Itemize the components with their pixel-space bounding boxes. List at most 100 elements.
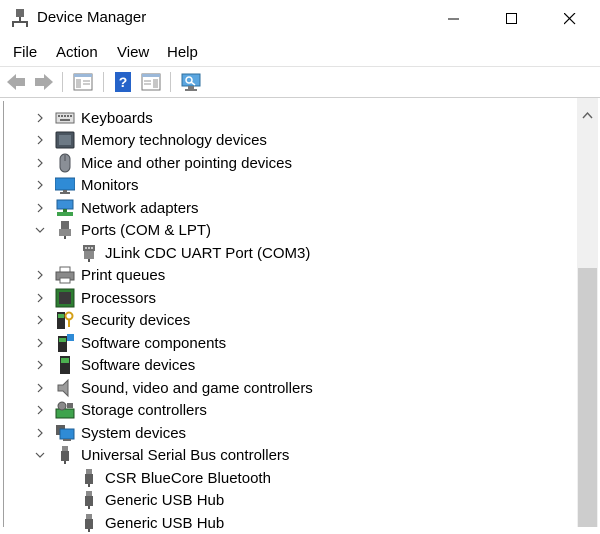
speaker-icon <box>57 378 69 398</box>
printer-icon <box>55 266 75 284</box>
tree-item-generic-usb-hub[interactable]: Generic USB Hub <box>0 489 575 511</box>
tree-item-label: Sound, video and game controllers <box>81 380 313 397</box>
tree-item-software-components[interactable]: Software components <box>0 332 575 354</box>
keyboard-icon <box>55 112 75 124</box>
system-device-icon <box>56 425 75 441</box>
usb-connector-icon <box>85 491 93 509</box>
menu-bar: File Action View Help <box>0 38 600 66</box>
tree-item-processors[interactable]: Processors <box>0 287 575 309</box>
tree-item-network-adapters[interactable]: Network adapters <box>0 197 575 219</box>
chevron-down-icon[interactable] <box>35 224 45 236</box>
scroll-up-arrow-icon[interactable] <box>582 111 593 119</box>
usb-connector-icon <box>85 469 93 487</box>
maximize-button[interactable] <box>483 0 541 38</box>
tree-item-keyboards[interactable]: Keyboards <box>0 107 575 129</box>
tree-item-label: Generic USB Hub <box>105 515 225 532</box>
chevron-right-icon[interactable] <box>35 202 45 214</box>
chevron-right-icon[interactable] <box>35 269 45 281</box>
network-adapter-icon <box>56 199 74 216</box>
tree-item-label: Software devices <box>81 357 196 374</box>
show-hide-console-tree-icon[interactable] <box>72 71 94 93</box>
scrollbar-thumb[interactable] <box>578 268 597 527</box>
tree-item-label: Print queues <box>81 267 166 284</box>
tree-item-csr-bluecore-bluetooth[interactable]: CSR BlueCore Bluetooth <box>0 467 575 489</box>
tree-item-system-devices[interactable]: System devices <box>0 422 575 444</box>
port-connector-icon <box>83 245 95 262</box>
tree-item-ports[interactable]: Ports (COM & LPT) <box>0 219 575 241</box>
toolbar-separator <box>170 72 171 92</box>
forward-arrow-icon[interactable] <box>33 71 55 93</box>
tree-item-label: Network adapters <box>81 200 199 217</box>
security-key-icon <box>57 311 74 329</box>
chevron-right-icon[interactable] <box>35 337 45 349</box>
tree-item-security-devices[interactable]: Security devices <box>0 309 575 331</box>
chevron-right-icon[interactable] <box>35 157 45 169</box>
port-connector-icon <box>59 221 71 239</box>
usb-connector-icon <box>61 446 69 464</box>
menu-action[interactable]: Action <box>56 44 98 61</box>
chevron-right-icon[interactable] <box>35 134 45 146</box>
tree-item-jlink-cdc-uart-port[interactable]: JLink CDC UART Port (COM3) <box>0 242 575 264</box>
tree-item-label: Memory technology devices <box>81 132 267 149</box>
window-title: Device Manager <box>37 9 147 26</box>
tree-item-storage-controllers[interactable]: Storage controllers <box>0 399 575 421</box>
tree-item-label: Processors <box>81 290 157 307</box>
menu-help[interactable]: Help <box>167 44 198 61</box>
storage-controller-icon <box>55 401 75 419</box>
software-device-icon <box>60 356 70 374</box>
tree-item-label: Software components <box>81 335 227 352</box>
tree-item-sound-video-game-controllers[interactable]: Sound, video and game controllers <box>0 377 575 399</box>
title-bar: Device Manager <box>0 0 600 38</box>
tree-item-label: System devices <box>81 425 187 442</box>
tree-item-monitors[interactable]: Monitors <box>0 174 575 196</box>
maximize-icon <box>506 13 517 24</box>
chevron-right-icon[interactable] <box>35 427 45 439</box>
tree-item-label: Ports (COM & LPT) <box>81 222 212 239</box>
menu-view[interactable]: View <box>117 44 149 61</box>
help-icon[interactable]: ? <box>112 71 134 93</box>
menu-file[interactable]: File <box>13 44 37 61</box>
chevron-right-icon[interactable] <box>35 112 45 124</box>
tree-item-label: Universal Serial Bus controllers <box>81 447 290 464</box>
vertical-scrollbar[interactable] <box>577 98 598 527</box>
chevron-right-icon[interactable] <box>35 404 45 416</box>
close-icon <box>564 13 576 25</box>
device-tree: Keyboards Memory technology devices Mice… <box>0 97 600 532</box>
toolbar: ? <box>0 66 600 97</box>
tree-item-memory-technology-devices[interactable]: Memory technology devices <box>0 129 575 151</box>
tree-item-label: CSR BlueCore Bluetooth <box>105 470 271 487</box>
chevron-down-icon[interactable] <box>35 449 45 461</box>
tree-item-label: Monitors <box>81 177 139 194</box>
tree-item-mice[interactable]: Mice and other pointing devices <box>0 152 575 174</box>
svg-text:?: ? <box>119 74 128 90</box>
toolbar-separator <box>62 72 63 92</box>
tree-item-label: JLink CDC UART Port (COM3) <box>105 245 311 262</box>
toolbar-separator <box>103 72 104 92</box>
tree-item-generic-usb-hub[interactable]: Generic USB Hub <box>0 512 575 534</box>
scan-hardware-changes-icon[interactable] <box>180 71 202 93</box>
tree-item-label: Generic USB Hub <box>105 492 225 509</box>
chevron-right-icon[interactable] <box>35 314 45 326</box>
usb-connector-icon <box>85 514 93 532</box>
tree-item-software-devices[interactable]: Software devices <box>0 354 575 376</box>
processor-chip-icon <box>55 288 75 308</box>
close-button[interactable] <box>541 0 599 38</box>
minimize-icon <box>448 18 459 20</box>
action-pane-icon[interactable] <box>140 71 162 93</box>
tree-item-label: Keyboards <box>81 110 153 127</box>
software-component-icon <box>58 334 74 352</box>
tree-item-print-queues[interactable]: Print queues <box>0 264 575 286</box>
tree-item-usb-controllers[interactable]: Universal Serial Bus controllers <box>0 444 575 466</box>
back-arrow-icon[interactable] <box>5 71 27 93</box>
chevron-right-icon[interactable] <box>35 292 45 304</box>
tree-item-label: Mice and other pointing devices <box>81 155 292 172</box>
chevron-right-icon[interactable] <box>35 359 45 371</box>
minimize-button[interactable] <box>425 0 483 38</box>
memory-card-icon <box>55 131 75 149</box>
chevron-right-icon[interactable] <box>35 382 45 394</box>
tree-item-label: Storage controllers <box>81 402 207 419</box>
device-manager-app-icon <box>12 9 28 27</box>
tree-item-label: Security devices <box>81 312 191 329</box>
chevron-right-icon[interactable] <box>35 179 45 191</box>
monitor-icon <box>55 177 75 194</box>
